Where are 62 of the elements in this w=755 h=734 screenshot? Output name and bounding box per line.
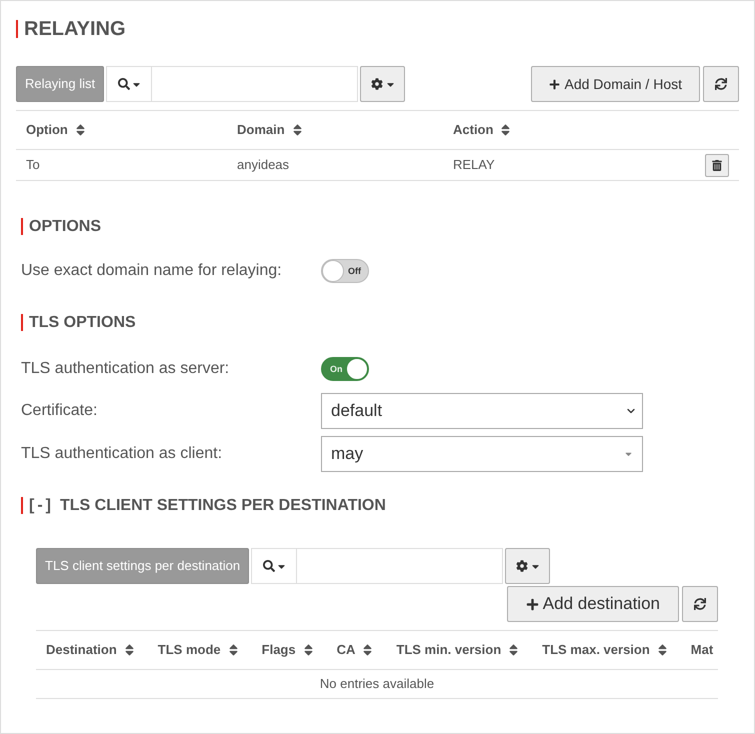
field-label: Certificate: [21, 401, 98, 421]
toggle-knob [322, 260, 344, 282]
accent-bar [21, 497, 23, 514]
sort-icon [501, 123, 510, 137]
section-title: RELAYING [24, 19, 126, 39]
search-field[interactable] [152, 66, 358, 102]
column-header[interactable]: TLS mode [158, 640, 238, 660]
accent-bar [16, 20, 18, 38]
refresh-icon [715, 78, 727, 90]
select-field[interactable]: default [321, 393, 643, 429]
field-label: TLS authentication as client: [21, 444, 224, 464]
add-button[interactable]: Add Domain / Host [530, 66, 700, 102]
column-header[interactable]: TLS max. version [542, 640, 667, 660]
trash-icon [712, 160, 722, 170]
combobox-field[interactable]: may [321, 436, 643, 472]
accent-bar [21, 314, 23, 331]
table-cell-text: anyideas [236, 156, 290, 174]
delete-button[interactable] [705, 154, 729, 176]
table-cell-text: To [25, 156, 41, 174]
add-button[interactable]: Add destination [506, 586, 679, 622]
column-header[interactable]: Option [26, 120, 85, 140]
sort-icon [124, 643, 134, 657]
column-header[interactable]: Action [453, 120, 510, 140]
plus-icon [526, 598, 539, 610]
collapse-toggle[interactable]: [-] [29, 497, 54, 514]
section-title: TLS OPTIONS [29, 314, 136, 331]
search-field[interactable] [297, 548, 504, 584]
sort-icon [292, 123, 302, 137]
field-label: TLS authentication as server: [21, 359, 230, 379]
column-header[interactable]: Domain [237, 120, 302, 140]
sort-icon [509, 643, 518, 657]
sort-icon [363, 643, 372, 657]
search-icon [118, 78, 130, 90]
column-header[interactable]: CA [336, 640, 372, 660]
settings-icon [516, 560, 528, 572]
section-title: TLS CLIENT SETTINGS PER DESTINATION [60, 497, 386, 514]
column-header[interactable]: Destination [46, 640, 134, 660]
toggle-switch[interactable]: On [321, 357, 369, 381]
search-icon [263, 560, 276, 572]
refresh-button[interactable] [682, 586, 718, 622]
sort-icon [76, 123, 85, 137]
plus-icon [548, 78, 560, 90]
settings-dropdown-button[interactable] [505, 548, 550, 584]
settings-icon [371, 78, 384, 90]
refresh-icon [694, 598, 706, 610]
settings-dropdown-button[interactable] [360, 66, 406, 102]
column-header[interactable]: Mat [690, 640, 714, 660]
toggle-knob [346, 358, 368, 380]
empty-table-message: No entries available [320, 675, 434, 694]
column-header[interactable]: TLS min. version [396, 640, 518, 660]
refresh-button[interactable] [703, 66, 739, 102]
sort-icon [228, 643, 238, 657]
search-dropdown-button[interactable] [106, 66, 152, 102]
table-cell-text: RELAY [452, 156, 496, 174]
column-header[interactable]: Flags [262, 640, 313, 660]
sort-icon [304, 643, 313, 657]
search-dropdown-button[interactable] [251, 548, 298, 584]
sort-icon [658, 643, 667, 657]
accent-bar [21, 218, 23, 235]
toggle-switch[interactable]: Off [321, 259, 369, 283]
section-title: OPTIONS [29, 218, 102, 235]
field-label: Use exact domain name for relaying: [21, 261, 283, 281]
